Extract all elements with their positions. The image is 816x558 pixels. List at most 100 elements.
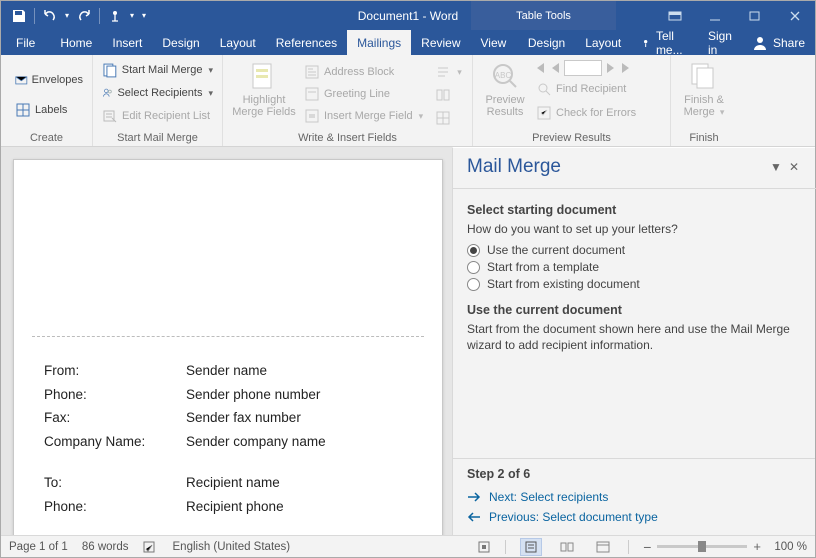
tell-me-search[interactable]: Tell me... [631, 30, 698, 55]
tab-view[interactable]: View [471, 30, 517, 55]
first-record-icon[interactable] [532, 61, 546, 75]
close-icon[interactable] [775, 1, 815, 30]
field-value[interactable]: Sender name [186, 360, 326, 382]
greeting-line-button[interactable]: Greeting Line [300, 83, 427, 105]
sign-in-link[interactable]: Sign in [698, 30, 742, 55]
redo-icon[interactable] [72, 4, 96, 28]
next-step-link[interactable]: Next: Select recipients [467, 487, 801, 507]
undo-dropdown-icon[interactable]: ▾ [62, 4, 72, 28]
word-count[interactable]: 86 words [82, 541, 129, 553]
pane-options-icon[interactable]: ▼ [767, 160, 785, 174]
edit-recipient-list-button[interactable]: Edit Recipient List [98, 105, 217, 127]
radio-use-current[interactable]: Use the current document [467, 243, 801, 257]
highlight-merge-fields-button[interactable]: HighlightMerge Fields [228, 58, 300, 131]
group-label: Preview Results [473, 131, 670, 146]
last-record-icon[interactable] [620, 61, 634, 75]
pane-text: How do you want to set up your letters? [467, 221, 801, 237]
update-labels-button[interactable] [433, 107, 464, 129]
address-block-button[interactable]: Address Block [300, 61, 427, 83]
field-label: To: [44, 472, 184, 494]
print-layout-view-icon[interactable] [520, 538, 542, 556]
envelopes-button[interactable]: Envelopes [11, 69, 87, 91]
find-recipient-button[interactable]: Find Recipient [532, 78, 640, 100]
finish-merge-button[interactable]: Finish &Merge ▾ [676, 58, 732, 131]
touch-mode-icon[interactable] [103, 4, 127, 28]
zoom-slider[interactable] [657, 545, 747, 548]
proofing-icon[interactable] [143, 540, 159, 554]
tab-review[interactable]: Review [411, 30, 470, 55]
language[interactable]: English (United States) [173, 541, 291, 553]
tab-table-design[interactable]: Design [518, 30, 575, 55]
field-value[interactable]: Sender fax number [186, 407, 326, 429]
record-navigation [532, 60, 640, 76]
group-label: Create [1, 131, 92, 146]
tab-mailings[interactable]: Mailings [347, 30, 411, 55]
record-number-input[interactable] [564, 60, 602, 76]
macro-icon[interactable] [477, 540, 491, 554]
window-controls [655, 1, 815, 30]
tab-file[interactable]: File [1, 30, 50, 55]
quick-access-toolbar: ▾ ▾ ▾ [1, 4, 151, 28]
arrow-left-icon [467, 511, 481, 523]
prev-step-link[interactable]: Previous: Select document type [467, 507, 801, 527]
maximize-icon[interactable] [735, 1, 775, 30]
labels-button[interactable]: Labels [11, 99, 87, 121]
ribbon: Envelopes Labels Create Start Mail Merge… [1, 55, 815, 147]
select-recipients-button[interactable]: Select Recipients▾ [98, 82, 217, 104]
pane-heading: Use the current document [467, 303, 801, 317]
field-value[interactable]: Recipient name [186, 472, 326, 494]
fold-line [32, 336, 424, 337]
tab-layout[interactable]: Layout [210, 30, 266, 55]
field-label: Company Name: [44, 431, 184, 453]
page-number[interactable]: Page 1 of 1 [9, 541, 68, 553]
tab-references[interactable]: References [266, 30, 347, 55]
ribbon-display-icon[interactable] [655, 1, 695, 30]
radio-icon [467, 244, 480, 257]
group-label: Finish [671, 131, 737, 146]
touch-dropdown-icon[interactable]: ▾ [127, 4, 137, 28]
title-bar: ▾ ▾ ▾ Document1 - Word Table Tools [1, 1, 815, 30]
radio-start-existing[interactable]: Start from existing document [467, 277, 801, 291]
prev-record-icon[interactable] [549, 61, 561, 75]
match-fields-button[interactable] [433, 84, 464, 106]
radio-start-template[interactable]: Start from a template [467, 260, 801, 274]
group-start-mail-merge: Start Mail Merge▾ Select Recipients▾ Edi… [93, 55, 223, 146]
undo-icon[interactable] [38, 4, 62, 28]
group-finish: Finish &Merge ▾ Finish [671, 55, 737, 146]
field-label: Phone: [44, 496, 184, 518]
pane-text: Start from the document shown here and u… [467, 321, 801, 353]
save-icon[interactable] [7, 4, 31, 28]
start-mail-merge-button[interactable]: Start Mail Merge▾ [98, 59, 217, 81]
ribbon-tabs: File Home Insert Design Layout Reference… [1, 30, 815, 55]
qat-customize-icon[interactable]: ▾ [137, 4, 151, 28]
preview-results-button[interactable]: ABC PreviewResults [478, 58, 532, 131]
minimize-icon[interactable] [695, 1, 735, 30]
tab-table-layout[interactable]: Layout [575, 30, 631, 55]
document-area[interactable]: From:Sender name Phone:Sender phone numb… [1, 147, 452, 535]
group-create: Envelopes Labels Create [1, 55, 93, 146]
insert-merge-field-button[interactable]: Insert Merge Field▾ [300, 105, 427, 127]
field-value[interactable]: Sender company name [186, 431, 326, 453]
rules-button[interactable]: ▾ [433, 61, 464, 83]
document-page[interactable]: From:Sender name Phone:Sender phone numb… [13, 159, 443, 535]
field-value[interactable]: Sender phone number [186, 384, 326, 406]
workspace: From:Sender name Phone:Sender phone numb… [1, 147, 815, 535]
next-record-icon[interactable] [605, 61, 617, 75]
tab-home[interactable]: Home [50, 30, 102, 55]
zoom-in-icon[interactable]: + [753, 539, 761, 554]
pane-close-icon[interactable]: ✕ [785, 160, 803, 174]
share-button[interactable]: Share [742, 30, 815, 55]
zoom-level[interactable]: 100 % [767, 541, 807, 553]
web-layout-view-icon[interactable] [592, 538, 614, 556]
tab-insert[interactable]: Insert [102, 30, 152, 55]
group-preview-results: ABC PreviewResults Find Recipient Ch [473, 55, 671, 146]
status-bar: Page 1 of 1 86 words English (United Sta… [1, 535, 815, 557]
tab-design[interactable]: Design [152, 30, 209, 55]
read-mode-view-icon[interactable] [556, 538, 578, 556]
check-for-errors-button[interactable]: Check for Errors [532, 102, 640, 124]
group-write-insert-fields: HighlightMerge Fields Address Block Gree… [223, 55, 473, 146]
arrow-right-icon [467, 491, 481, 503]
pane-title: Mail Merge [467, 156, 767, 178]
field-value[interactable]: Recipient phone [186, 496, 326, 518]
zoom-out-icon[interactable]: − [643, 539, 651, 555]
